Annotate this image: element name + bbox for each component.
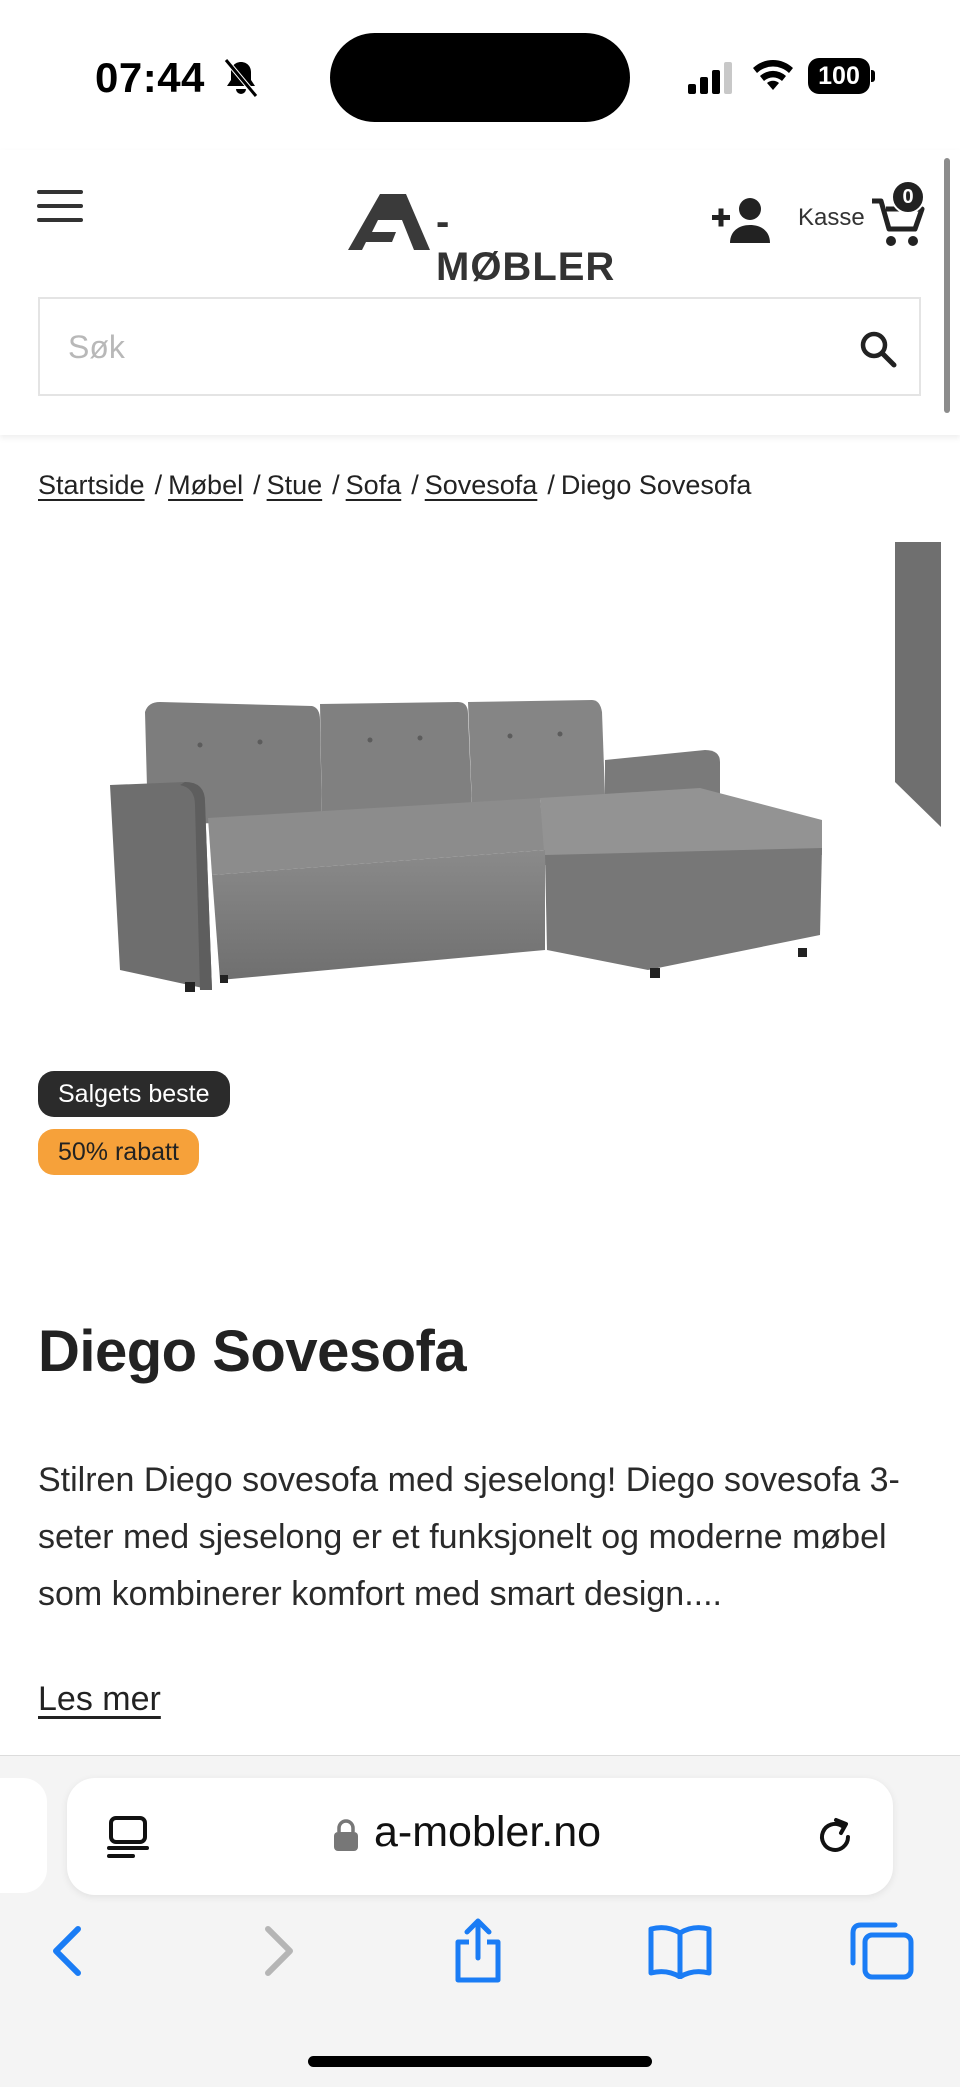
battery-tip (871, 70, 875, 82)
bestseller-badge: Salgets beste (38, 1071, 230, 1117)
site-logo[interactable]: -MØBLER (348, 190, 614, 289)
share-icon (455, 1918, 501, 1983)
breadcrumb-link-stue[interactable]: Stue (267, 470, 323, 500)
back-icon (53, 1926, 81, 1976)
address-bar[interactable]: a-mobler.no (67, 1778, 893, 1895)
breadcrumb-separator: / (154, 470, 163, 500)
add-user-icon[interactable] (710, 195, 770, 245)
forward-button[interactable] (243, 1916, 313, 1986)
next-product-image-peek[interactable] (895, 542, 941, 827)
breadcrumb-separator: / (253, 470, 261, 500)
status-bar: 07:44 100 (0, 0, 960, 150)
wifi-icon (753, 60, 793, 90)
breadcrumb-link-home[interactable]: Startside (38, 470, 145, 500)
site-header: -MØBLER Kasse 0 (0, 150, 960, 435)
breadcrumb: Startside / Møbel / Stue / Sofa / Sovesofa / Diego… (38, 470, 751, 501)
reader-icon[interactable] (105, 1814, 151, 1860)
discount-badge: 50% rabatt (38, 1129, 199, 1175)
home-indicator[interactable] (308, 2056, 652, 2067)
status-time: 07:44 (95, 54, 205, 101)
product-title: Diego Sovesofa (38, 1319, 467, 1384)
browser-toolbar: a-mobler.no (0, 1755, 960, 2087)
breadcrumb-separator: / (411, 470, 419, 500)
product-description: Stilren Diego sovesofa med sjeselong! Di… (38, 1461, 900, 1613)
battery-indicator: 100 (808, 58, 876, 94)
menu-icon[interactable] (37, 190, 83, 224)
breadcrumb-current: Diego Sovesofa (560, 470, 752, 500)
search-input[interactable] (68, 324, 828, 370)
previous-tab-peek[interactable] (0, 1778, 47, 1893)
page-scrollbar[interactable] (944, 158, 950, 413)
cart-count-badge: 0 (891, 180, 925, 214)
bookmarks-icon (648, 1925, 712, 1979)
share-button[interactable] (443, 1916, 513, 1986)
back-button[interactable] (33, 1916, 103, 1986)
bookmarks-button[interactable] (645, 1916, 715, 1986)
reload-icon[interactable] (812, 1814, 858, 1860)
read-more-link[interactable]: Les mer (38, 1680, 161, 1719)
bell-slash-icon (224, 58, 258, 98)
logo-text: -MØBLER (436, 200, 616, 289)
url-text: a-mobler.no (374, 1808, 602, 1856)
forward-icon (265, 1926, 293, 1976)
search-box (38, 297, 921, 396)
checkout-label: Kasse (798, 204, 865, 231)
tabs-icon (850, 1922, 914, 1980)
breadcrumb-link-sovesofa[interactable]: Sovesofa (425, 470, 538, 500)
lock-icon (334, 1819, 358, 1851)
search-icon[interactable] (858, 329, 898, 369)
breadcrumb-link-mobel[interactable]: Møbel (168, 470, 243, 500)
breadcrumb-link-sofa[interactable]: Sofa (346, 470, 402, 500)
tabs-button[interactable] (847, 1916, 917, 1986)
breadcrumb-separator: / (332, 470, 340, 500)
checkout-button[interactable]: Kasse 0 (795, 180, 935, 250)
breadcrumb-separator: / (547, 470, 555, 500)
dynamic-island (330, 33, 630, 122)
battery-level: 100 (808, 58, 870, 94)
signal-icon (688, 62, 732, 94)
logo-a-mark (348, 194, 430, 250)
product-image[interactable] (100, 690, 830, 1000)
